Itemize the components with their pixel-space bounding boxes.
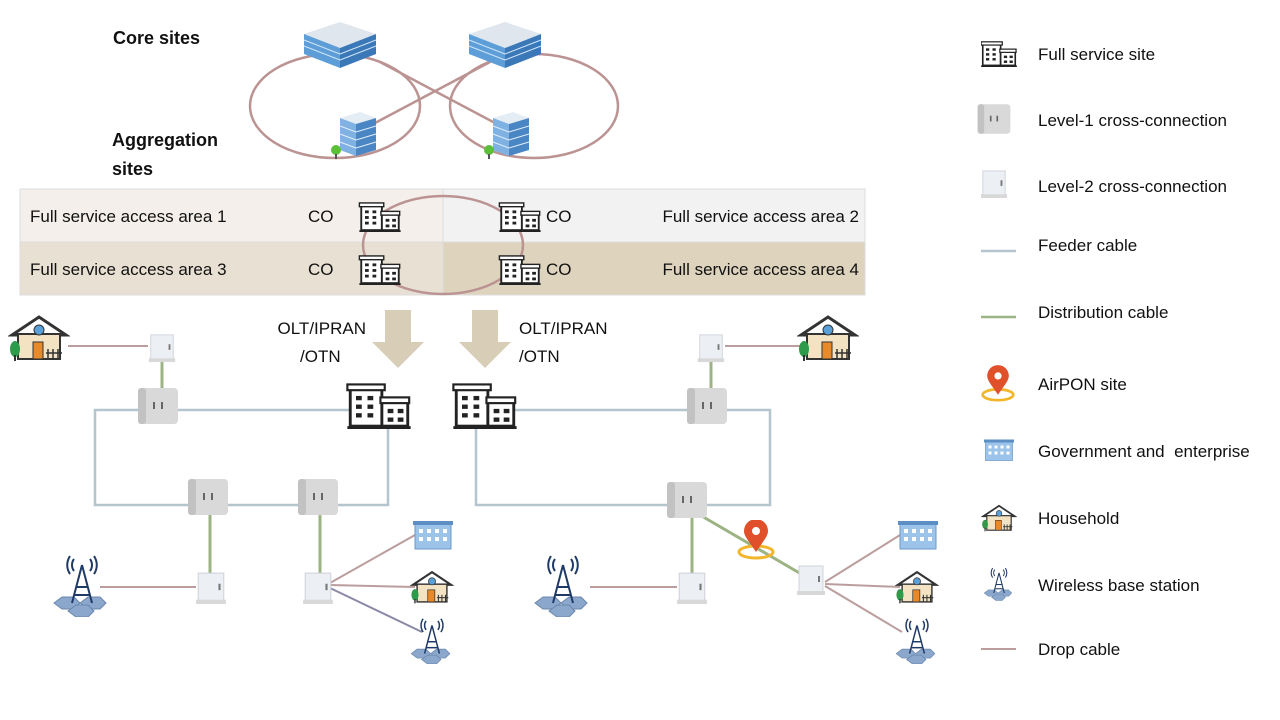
access-area-table: Full service access area 1 CO CO Full se… [19, 188, 866, 296]
area-1-co: CO [308, 207, 334, 226]
household-icon [981, 504, 1016, 533]
full-service-site-icon [981, 41, 1017, 67]
level2-cabinet-icon [697, 334, 725, 363]
legend: Full service site Level-1 cross-connecti… [977, 41, 1250, 659]
olt-label-right: OLT/IPRAN [519, 319, 607, 338]
network-diagram: Core sites Aggregation sites Full servic… [8, 21, 1250, 664]
drop-cables [68, 345, 416, 588]
aggregation-sites-label: Aggregation [112, 130, 218, 150]
area-3-label: Full service access area 3 [30, 260, 227, 279]
base-station-icon [895, 618, 936, 664]
core-site-icon [303, 21, 377, 69]
drop-cables [590, 345, 903, 633]
distribution-cables [160, 360, 322, 575]
area-1-label: Full service access area 1 [30, 207, 227, 226]
airpon-pin-icon [737, 520, 775, 560]
government-building-icon [413, 520, 453, 550]
household-icon [410, 570, 453, 604]
aggregation-sites-label-2: sites [112, 159, 153, 179]
full-service-site-icon [346, 383, 412, 429]
level1-cabinet-icon [667, 482, 707, 518]
olt-label-left-2: /OTN [300, 347, 341, 366]
legend-label: Level-2 cross-connection [1038, 177, 1227, 196]
down-arrow-left [372, 310, 424, 368]
aggregation-site-icon [483, 111, 530, 160]
olt-label-right-2: /OTN [519, 347, 560, 366]
feeder-cable [474, 408, 772, 507]
legend-label: Drop cable [1038, 640, 1120, 659]
core-sites-label: Core sites [113, 28, 200, 48]
area-4-label: Full service access area 4 [662, 260, 859, 279]
level2-cabinet-icon [676, 572, 708, 605]
legend-label: Feeder cable [1038, 236, 1137, 255]
area-4-co: CO [546, 260, 572, 279]
airpon-pin-icon [981, 364, 1015, 402]
full-service-site-icon [452, 383, 518, 429]
level1-cabinet-icon [687, 388, 727, 424]
area-2-label: Full service access area 2 [662, 207, 859, 226]
legend-label: Government and enterprise [1038, 442, 1250, 461]
area-3-co: CO [308, 260, 334, 279]
household-icon [895, 570, 938, 604]
level1-cabinet-icon [188, 479, 228, 515]
legend-label: Distribution cable [1038, 303, 1168, 322]
core-site-icon [468, 21, 542, 69]
base-station-icon [53, 555, 107, 617]
level2-cabinet-icon [796, 565, 826, 596]
area-2-co: CO [546, 207, 572, 226]
base-station-icon [983, 567, 1013, 601]
olt-label-left: OLT/IPRAN [278, 319, 366, 338]
household-icon [797, 315, 857, 361]
household-icon [8, 315, 68, 361]
legend-label: Level-1 cross-connection [1038, 111, 1227, 130]
drop-cable [329, 587, 423, 633]
down-arrow-right [459, 310, 511, 368]
legend-label: Household [1038, 509, 1119, 528]
left-access-network [8, 315, 453, 664]
base-station-icon [534, 555, 588, 617]
legend-label: Wireless base station [1038, 576, 1200, 595]
level2-cabinet-icon [195, 572, 227, 605]
level2-cabinet-icon [980, 170, 1008, 199]
level1-cabinet-icon [298, 479, 338, 515]
base-station-icon [410, 618, 451, 664]
core-ring [248, 52, 620, 160]
government-building-icon [984, 439, 1014, 461]
level2-cabinet-icon [302, 572, 334, 605]
government-building-icon [898, 520, 938, 550]
feeder-cable [93, 408, 390, 507]
level1-cabinet-icon [977, 104, 1011, 134]
legend-label: Full service site [1038, 45, 1155, 64]
right-access-network [452, 315, 938, 664]
level2-cabinet-icon [148, 334, 176, 363]
aggregation-site-icon [330, 111, 377, 160]
level1-cabinet-icon [138, 388, 178, 424]
legend-label: AirPON site [1038, 375, 1127, 394]
